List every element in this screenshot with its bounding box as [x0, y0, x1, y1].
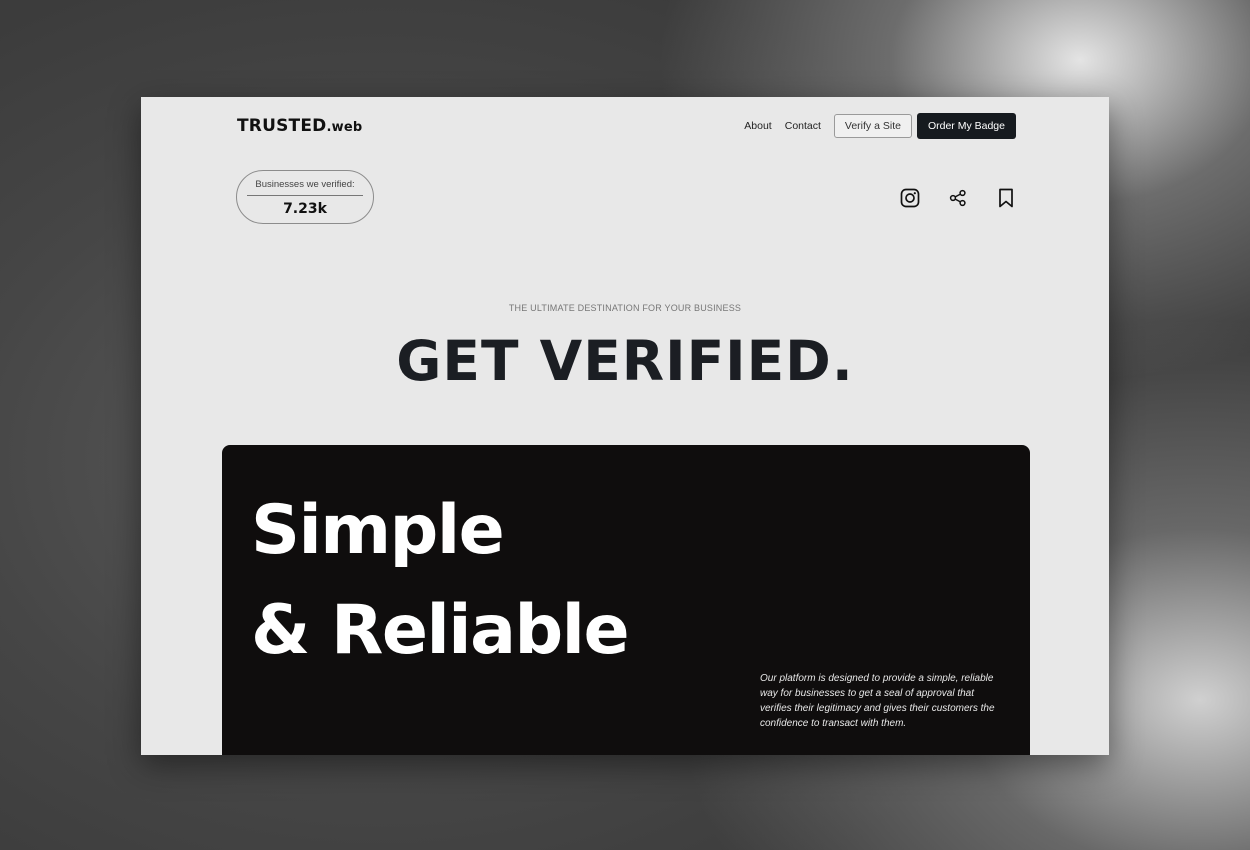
hero-card-title-line-2: & Reliable — [251, 591, 630, 670]
logo-suffix-text: .web — [326, 120, 363, 135]
verified-count-label: Businesses we verified: — [255, 179, 355, 190]
nav-link-about[interactable]: About — [744, 120, 771, 132]
website-screen: TRUSTED.web About Contact Verify a Site … — [141, 97, 1109, 755]
top-nav: About Contact Verify a Site Order My Bad… — [731, 113, 1016, 139]
verify-site-button[interactable]: Verify a Site — [833, 114, 912, 138]
hero-card: Simple & Reliable Our platform is design… — [222, 445, 1030, 755]
bookmark-icon[interactable] — [993, 185, 1019, 211]
logo-main-text: TRUSTED — [237, 116, 327, 136]
social-icons — [897, 185, 1019, 211]
verified-count-value: 7.23k — [283, 201, 327, 217]
hero-card-description: Our platform is designed to provide a si… — [760, 673, 995, 729]
hero-card-title-line-1: Simple — [251, 491, 505, 570]
instagram-icon[interactable] — [897, 185, 923, 211]
brand-logo[interactable]: TRUSTED.web — [237, 116, 362, 136]
hero-card-title: Simple & Reliable — [251, 481, 630, 681]
share-icon[interactable] — [945, 185, 971, 211]
verified-count-pill: Businesses we verified: 7.23k — [236, 170, 374, 224]
stat-divider — [247, 195, 363, 196]
order-badge-button[interactable]: Order My Badge — [916, 113, 1016, 139]
hero-eyebrow: THE ULTIMATE DESTINATION FOR YOUR BUSINE… — [508, 303, 742, 313]
hero-headline: GET VERIFIED. — [396, 329, 854, 393]
nav-link-contact[interactable]: Contact — [785, 120, 821, 132]
